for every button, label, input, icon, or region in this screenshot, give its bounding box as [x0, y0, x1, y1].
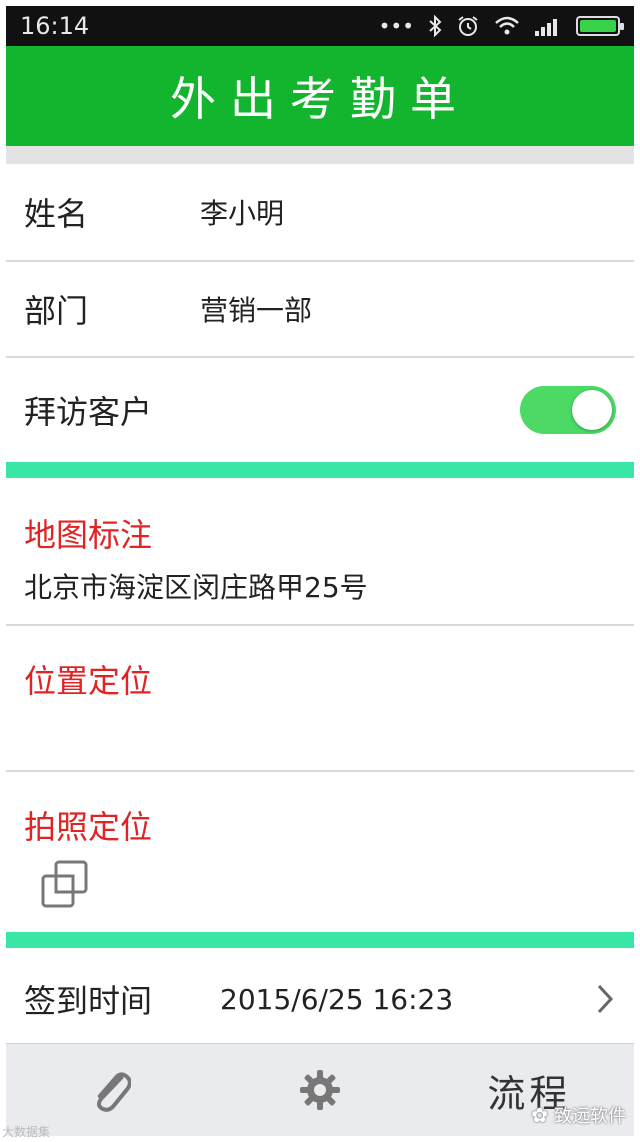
- map-address: 北京市海淀区闵庄路甲25号: [24, 571, 368, 604]
- dots-icon: •••: [378, 14, 414, 38]
- checkin-value: 2015/6/25 16:23: [220, 982, 454, 1016]
- location-section-title: 位置定位: [24, 662, 153, 700]
- bluetooth-icon: [429, 15, 442, 37]
- chevron-right-icon[interactable]: [594, 982, 616, 1016]
- page-title: 外出考勤单: [6, 46, 634, 146]
- copy-photo-icon[interactable]: [40, 860, 90, 910]
- department-row: 部门 营销一部: [6, 262, 634, 358]
- watermark-right-text: 致远软件: [554, 1106, 626, 1127]
- photo-section-title: 拍照定位: [24, 808, 153, 846]
- visit-client-toggle[interactable]: [520, 386, 616, 434]
- section-band: [6, 932, 634, 948]
- name-row: 姓名 李小明: [6, 164, 634, 262]
- signal-icon: [535, 19, 557, 36]
- photo-section: 拍照定位: [6, 772, 634, 932]
- toggle-knob: [572, 390, 612, 430]
- watermark-right: ✿ 致远软件: [531, 1102, 626, 1128]
- watermark-left: 大数据集: [2, 1125, 51, 1139]
- status-time: 16:14: [20, 12, 90, 40]
- divider: [6, 146, 634, 164]
- visit-client-row: 拜访客户: [6, 358, 634, 462]
- settings-button[interactable]: [215, 1068, 424, 1112]
- visit-client-label: 拜访客户: [24, 393, 153, 431]
- alarm-icon: [458, 16, 478, 36]
- attach-button[interactable]: [6, 1066, 215, 1114]
- wechat-icon: ✿: [531, 1103, 548, 1127]
- status-icons: •••: [378, 14, 624, 38]
- checkin-row[interactable]: 签到时间 2015/6/25 16:23: [6, 948, 634, 1050]
- section-band: [6, 462, 634, 478]
- map-section-title: 地图标注: [24, 516, 153, 554]
- battery-icon: [576, 16, 624, 36]
- paperclip-icon: [96, 1072, 131, 1112]
- location-section[interactable]: 位置定位: [6, 626, 634, 772]
- map-section[interactable]: 地图标注 北京市海淀区闵庄路甲25号: [6, 478, 634, 626]
- wifi-icon: [495, 16, 519, 35]
- name-value[interactable]: 李小明: [200, 192, 616, 232]
- gear-icon: [299, 1070, 340, 1110]
- status-bar: 16:14 •••: [6, 6, 634, 46]
- department-label: 部门: [24, 292, 89, 330]
- department-value[interactable]: 营销一部: [200, 289, 616, 329]
- name-label: 姓名: [24, 195, 89, 233]
- phone-screen: 16:14 ••• 外出考勤单 姓名 李小明 部门 营销一部 拜访客户 地图标注…: [6, 6, 634, 1136]
- checkin-label: 签到时间: [24, 982, 153, 1020]
